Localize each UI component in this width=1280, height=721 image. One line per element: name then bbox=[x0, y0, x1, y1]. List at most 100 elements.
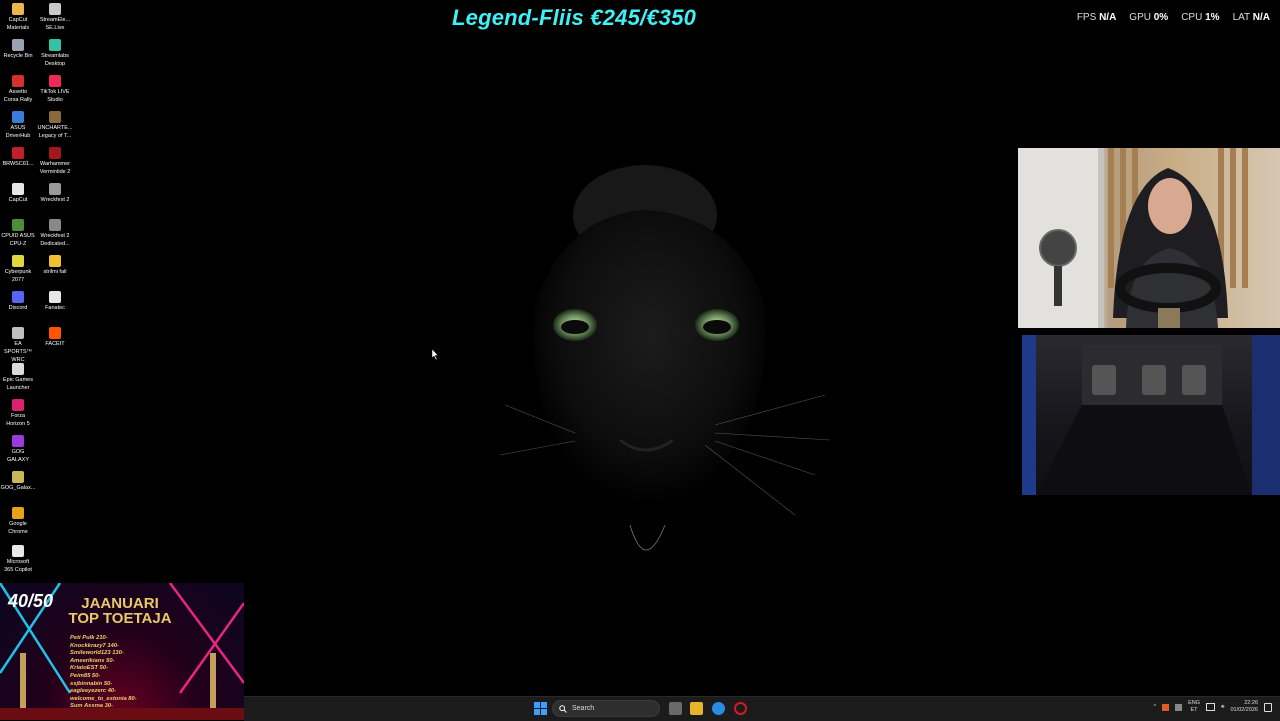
desktop-icon[interactable]: Assetto Corsa Rally bbox=[0, 75, 36, 104]
app-icon bbox=[49, 255, 61, 267]
chevron-up-icon[interactable]: ^ bbox=[1153, 704, 1156, 710]
windows-start-icon[interactable] bbox=[534, 702, 547, 715]
search-icon bbox=[559, 704, 567, 713]
performance-stats: FPS N/A GPU 0% CPU 1% LAT N/A bbox=[1077, 12, 1270, 23]
supporter-list: Peti Pulk 210- Knockkrazy7 140- Smileworld… bbox=[70, 635, 137, 711]
volume-icon[interactable]: 🔊︎ bbox=[1221, 704, 1224, 711]
desktop-icon-label: Wreckfest 2 bbox=[40, 197, 70, 203]
desktop-icon-label: StreamEle... SE.Live bbox=[39, 17, 71, 31]
desktop-icon[interactable]: CPUID ASUS CPU-Z bbox=[0, 219, 36, 248]
tray-app-icon[interactable] bbox=[1162, 703, 1170, 711]
desktop-icon-label: strilmi fail bbox=[43, 269, 67, 275]
desktop-icon-label: CapCut bbox=[8, 197, 28, 203]
desktop-icon[interactable]: UNCHARTE... Legacy of T... bbox=[37, 111, 73, 140]
desktop-icon[interactable]: Fanatec bbox=[37, 291, 73, 312]
desktop-icon[interactable]: FACEIT bbox=[37, 327, 73, 348]
app-icon bbox=[12, 183, 24, 195]
file-explorer-icon[interactable] bbox=[690, 702, 703, 715]
desktop-icon-label: Microsoft 365 Copilot bbox=[4, 559, 32, 573]
desktop-icon-label: Fanatec bbox=[45, 305, 65, 311]
app-icon bbox=[49, 39, 61, 51]
supporter-entry: Peti Pulk 210- bbox=[70, 635, 108, 641]
taskbar-search-box[interactable]: Search bbox=[552, 700, 660, 717]
app-icon bbox=[49, 75, 61, 87]
desktop-icon[interactable]: Forza Horizon 5 bbox=[0, 399, 36, 428]
supporter-entry: Sum Assma 30- bbox=[70, 703, 113, 710]
app-icon bbox=[49, 147, 61, 159]
desktop-icon[interactable]: Wreckfest 2 bbox=[37, 183, 73, 204]
desktop-icon-label: Forza Horizon 5 bbox=[6, 413, 30, 427]
app-icon bbox=[12, 435, 24, 447]
desktop-icon[interactable]: GOG GALAXY bbox=[0, 435, 36, 464]
app-icon bbox=[12, 545, 24, 557]
supporter-entry: Ameerikians 50- bbox=[70, 657, 115, 664]
desktop-icon[interactable]: CapCut bbox=[0, 183, 36, 204]
desktop-icon-label: Discord bbox=[8, 305, 28, 311]
app-icon bbox=[12, 363, 24, 375]
desktop-icon[interactable]: TikTok LIVE Studio bbox=[37, 75, 73, 104]
desktop-icon[interactable]: ASUS DriverHub bbox=[0, 111, 36, 140]
app-icon bbox=[12, 111, 24, 123]
app-icon bbox=[12, 147, 24, 159]
fps-stat: FPS N/A bbox=[1076, 12, 1117, 23]
supporter-entry: eagleeyezerc 40- bbox=[70, 688, 117, 695]
desktop-icon-label: CapCut Materials bbox=[6, 17, 30, 31]
app-icon bbox=[12, 255, 24, 267]
supporter-entry: Peim85 50- bbox=[70, 672, 101, 679]
desktop-icon[interactable]: Streamlabs Desktop bbox=[37, 39, 73, 68]
supporter-entry: ssjbinnabin 50- bbox=[70, 680, 113, 687]
desktop-icon[interactable]: Microsoft 365 Copilot bbox=[0, 545, 36, 574]
top-supporter-banner: 40/50 JAANUARI TOP TOETAJA Peti Pulk 210… bbox=[0, 583, 244, 720]
desktop-icon[interactable]: Cyberpunk 2077 bbox=[0, 255, 36, 284]
desktop-icon-label: FACEIT bbox=[45, 341, 65, 347]
tray-app-icon-2[interactable] bbox=[1175, 703, 1183, 711]
app-icon bbox=[12, 219, 24, 231]
app-icon bbox=[12, 471, 24, 483]
panther-wallpaper bbox=[499, 165, 831, 551]
webcam-pedals bbox=[1022, 335, 1280, 495]
mouse-cursor bbox=[432, 349, 439, 360]
search-placeholder: Search bbox=[572, 705, 595, 712]
desktop-icon[interactable]: BRWSC61... bbox=[0, 147, 36, 168]
desktop-icon-label: Recycle Bin bbox=[3, 53, 33, 59]
app-icon bbox=[12, 3, 24, 15]
desktop-icon[interactable]: strilmi fail bbox=[37, 255, 73, 276]
webcam-face bbox=[1018, 148, 1280, 328]
desktop-icon-label: Streamlabs Desktop bbox=[41, 53, 69, 67]
input-language[interactable]: ENG ET bbox=[1188, 700, 1200, 714]
supporter-entry: welcome_to_estonia 80- bbox=[70, 695, 137, 702]
browser-app-icon[interactable] bbox=[712, 702, 725, 715]
cpu-stat: CPU 1% bbox=[1181, 12, 1220, 23]
desktop-icon[interactable]: Warhammer Vermintide 2 bbox=[37, 147, 73, 176]
app-icon bbox=[12, 399, 24, 411]
desktop-icon[interactable]: EA SPORTS™ WRC bbox=[0, 327, 36, 364]
clock[interactable]: 22:26 01/02/2026 bbox=[1230, 700, 1258, 714]
desktop-icon[interactable]: Google Chrome bbox=[0, 507, 36, 536]
desktop-icon-label: Wreckfest 2 Dedicated... bbox=[40, 233, 70, 247]
system-tray: ^ ENG ET 🔊︎ 22:26 01/02/2026 bbox=[1153, 700, 1272, 714]
lat-stat: LAT N/A bbox=[1232, 12, 1270, 23]
desktop-icon[interactable]: Recycle Bin bbox=[0, 39, 36, 60]
task-view-icon[interactable] bbox=[669, 702, 682, 715]
desktop-icon-label: GOG GALAXY bbox=[6, 449, 29, 463]
desktop-icon-label: Warhammer Vermintide 2 bbox=[39, 161, 71, 175]
desktop-icon-label: BRWSC61... bbox=[2, 161, 34, 167]
desktop-icon-label: ASUS DriverHub bbox=[5, 125, 31, 139]
opera-gx-icon[interactable] bbox=[734, 702, 747, 715]
app-icon bbox=[12, 39, 24, 51]
desktop-icon[interactable]: StreamEle... SE.Live bbox=[37, 3, 73, 32]
desktop-icon[interactable]: GOG_Galax... bbox=[0, 471, 36, 492]
desktop-icon-label: TikTok LIVE Studio bbox=[40, 89, 70, 103]
app-icon bbox=[12, 327, 24, 339]
app-icon bbox=[49, 219, 61, 231]
desktop-icon[interactable]: Wreckfest 2 Dedicated... bbox=[37, 219, 73, 248]
desktop-icon[interactable]: Epic Games Launcher bbox=[0, 363, 36, 392]
app-icon bbox=[49, 111, 61, 123]
desktop-icon-label: CPUID ASUS CPU-Z bbox=[1, 233, 35, 247]
desktop-icon[interactable]: CapCut Materials bbox=[0, 3, 36, 32]
app-icon bbox=[12, 507, 24, 519]
desktop-icon[interactable]: Discord bbox=[0, 291, 36, 312]
desktop-icon-label: UNCHARTE... Legacy of T... bbox=[37, 125, 73, 139]
network-icon[interactable] bbox=[1206, 703, 1215, 711]
notification-icon[interactable] bbox=[1264, 702, 1272, 712]
